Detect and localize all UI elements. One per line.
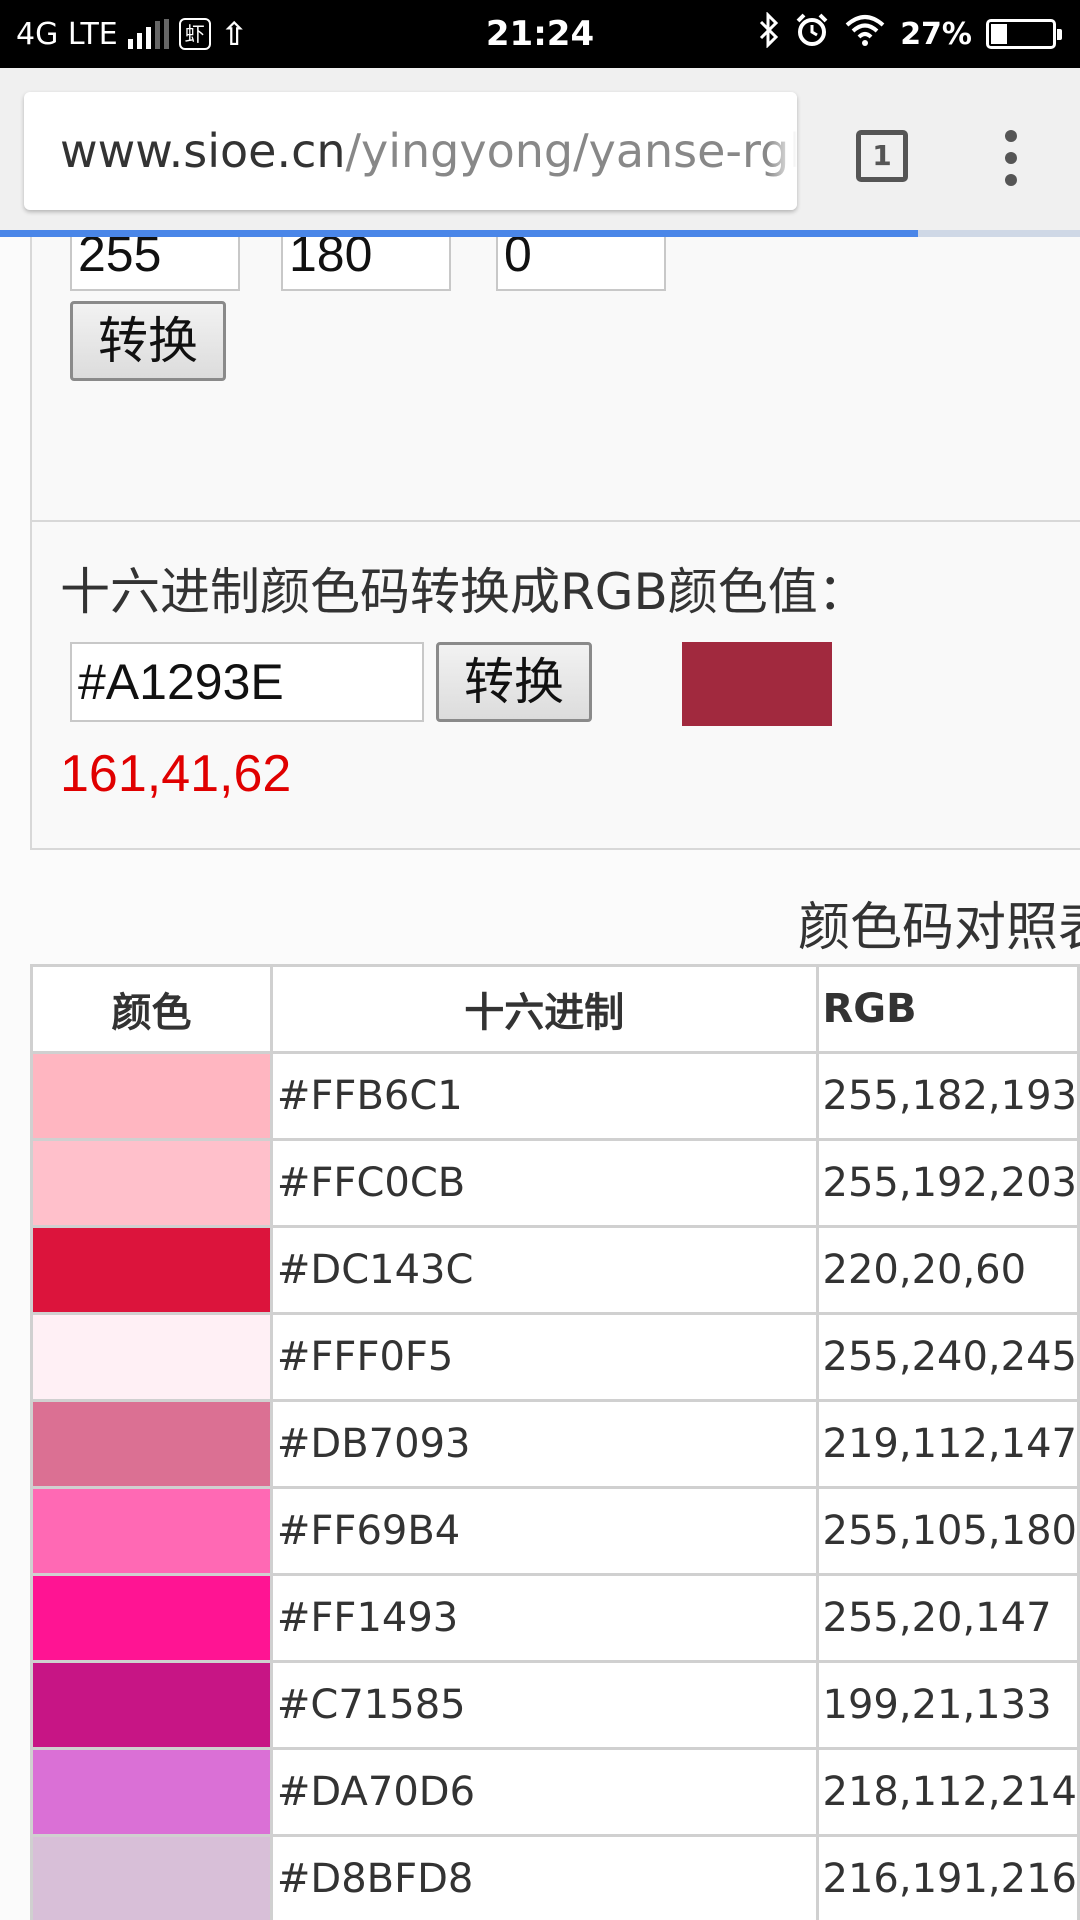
table-row: #FFC0CB 255,192,203: [30, 1138, 1080, 1228]
status-bar: 4G LTE 虾 ⇧ 21:24 27%: [0, 0, 1080, 68]
hex-cell: #DB7093: [269, 1399, 819, 1489]
header-hex: 十六进制: [269, 964, 819, 1054]
color-swatch-cell: [30, 1747, 273, 1837]
table-header-row: 颜色 十六进制 RGB: [30, 964, 1080, 1054]
rgb-cell: 199,21,133: [815, 1660, 1080, 1750]
battery-percent: 27%: [900, 16, 972, 52]
rgb-cell: 255,182,193: [815, 1051, 1080, 1141]
table-row: #DB7093 219,112,147: [30, 1399, 1080, 1489]
header-color: 颜色: [30, 964, 273, 1054]
color-swatch-cell: [30, 1573, 273, 1663]
tab-switcher-button[interactable]: 1: [856, 130, 908, 182]
page-load-progress: [0, 230, 1080, 237]
rgb-cell: 255,192,203: [815, 1138, 1080, 1228]
rgb-cell: 220,20,60: [815, 1225, 1080, 1315]
blue-input[interactable]: 0: [496, 237, 666, 291]
hex-cell: #FFC0CB: [269, 1138, 819, 1228]
progress-fill: [0, 230, 918, 237]
hex-cell: #FFF0F5: [269, 1312, 819, 1402]
hex-cell: #DC143C: [269, 1225, 819, 1315]
color-swatch-cell: [30, 1399, 273, 1489]
color-swatch-cell: [30, 1834, 273, 1920]
table-row: #DC143C 220,20,60: [30, 1225, 1080, 1315]
hex-cell: #DA70D6: [269, 1747, 819, 1837]
hex-cell: #D8BFD8: [269, 1834, 819, 1920]
alarm-icon: [794, 12, 830, 56]
hex-cell: #FFB6C1: [269, 1051, 819, 1141]
table-row: #D8BFD8 216,191,216: [30, 1834, 1080, 1920]
color-swatch-cell: [30, 1312, 273, 1402]
wifi-icon: [844, 13, 886, 55]
url-path: /yingyong/yanse-rgb-: [345, 124, 797, 178]
hex-cell: #FF1493: [269, 1573, 819, 1663]
hex-cell: #C71585: [269, 1660, 819, 1750]
rgb-convert-button[interactable]: 转换: [70, 301, 226, 381]
rgb-cell: 218,112,214: [815, 1747, 1080, 1837]
color-swatch-cell: [30, 1051, 273, 1141]
rgb-result: 161,41,62: [60, 745, 292, 803]
color-swatch-cell: [30, 1138, 273, 1228]
web-page: 255 180 0 转换 十六进制颜色码转换成RGB颜色值： #A1293E 转…: [0, 237, 1080, 1920]
red-input[interactable]: 255: [70, 237, 240, 291]
rgb-cell: 216,191,216: [815, 1834, 1080, 1920]
battery-icon: [986, 19, 1062, 49]
header-rgb: RGB: [815, 964, 1080, 1054]
hex-converter-heading: 十六进制颜色码转换成RGB颜色值：: [60, 563, 868, 621]
color-preview-swatch: [682, 642, 832, 726]
rgb-cell: 255,240,245: [815, 1312, 1080, 1402]
rgb-cell: 255,105,180: [815, 1486, 1080, 1576]
color-swatch-cell: [30, 1660, 273, 1750]
hex-convert-button[interactable]: 转换: [436, 642, 592, 722]
table-row: #FFB6C1 255,182,193: [30, 1051, 1080, 1141]
table-row: #C71585 199,21,133: [30, 1660, 1080, 1750]
overflow-menu-icon[interactable]: [996, 130, 1026, 186]
hex-input[interactable]: #A1293E: [70, 642, 424, 722]
table-row: #DA70D6 218,112,214: [30, 1747, 1080, 1837]
hex-to-rgb-panel: 十六进制颜色码转换成RGB颜色值： #A1293E 转换 161,41,62: [30, 520, 1080, 850]
color-table-title: 颜色码对照表: [798, 898, 1080, 958]
status-right: 27%: [758, 0, 1062, 68]
table-row: #FF1493 255,20,147: [30, 1573, 1080, 1663]
color-swatch-cell: [30, 1225, 273, 1315]
table-row: #FF69B4 255,105,180: [30, 1486, 1080, 1576]
rgb-cell: 255,20,147: [815, 1573, 1080, 1663]
bluetooth-icon: [758, 11, 780, 56]
url-host: www.sioe.cn: [60, 124, 346, 178]
green-input[interactable]: 180: [281, 237, 451, 291]
hex-cell: #FF69B4: [269, 1486, 819, 1576]
address-bar[interactable]: www.sioe.cn/yingyong/yanse-rgb-: [24, 92, 797, 210]
color-swatch-cell: [30, 1486, 273, 1576]
browser-toolbar: www.sioe.cn/yingyong/yanse-rgb- 1: [0, 68, 1080, 232]
rgb-cell: 219,112,147: [815, 1399, 1080, 1489]
color-code-table: 颜色 十六进制 RGB #FFB6C1 255,182,193 #FFC0CB 255…: [30, 964, 1080, 1920]
table-row: #FFF0F5 255,240,245: [30, 1312, 1080, 1402]
